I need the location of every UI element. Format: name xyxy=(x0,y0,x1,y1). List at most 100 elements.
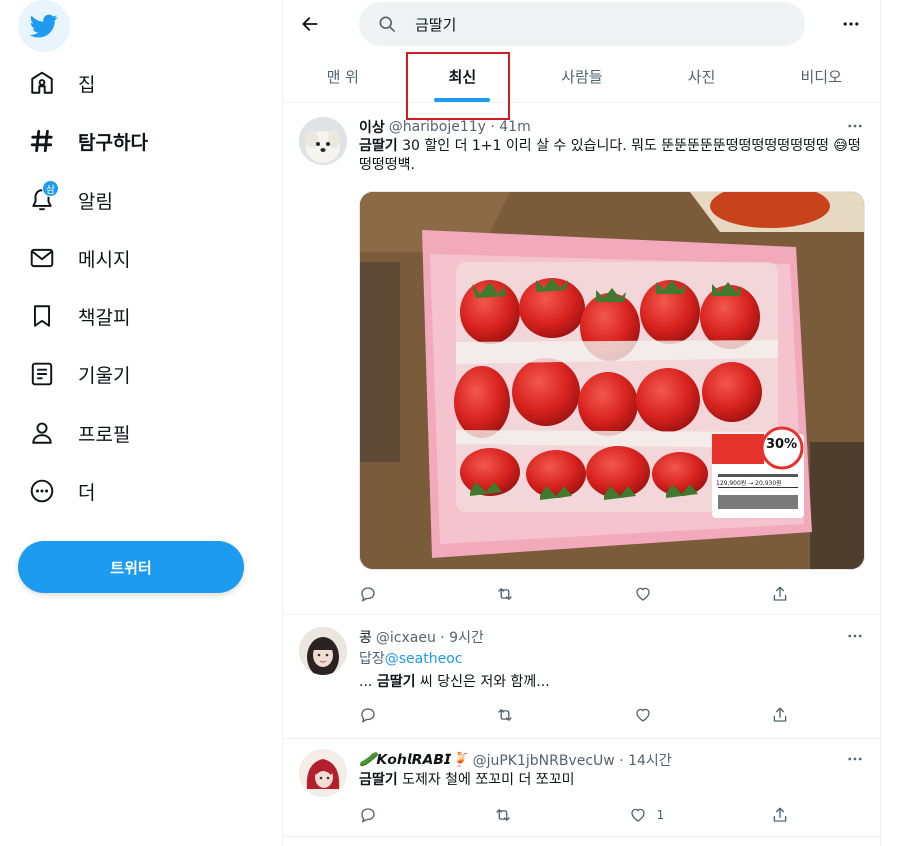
tab-videos[interactable]: 비디오 xyxy=(761,50,881,102)
bookmark-icon xyxy=(18,292,66,340)
handle-and-time[interactable]: @icxaeu · 9시간 xyxy=(376,627,484,647)
reply-button[interactable] xyxy=(359,705,387,725)
display-name[interactable]: 이상 xyxy=(359,117,385,137)
tweet-more-icon[interactable] xyxy=(843,627,867,645)
retweet-icon xyxy=(498,709,513,721)
display-name[interactable]: 🥒𝙆𝙤𝙝𝙡𝙍𝘼𝘽𝙄🍹 xyxy=(359,752,469,768)
heart-icon xyxy=(630,808,645,822)
tweet-text: 금딸기 30 할인 더 1+1 이리 살 수 있습니다. 뭐도 뚠뚠뚠뚠뚠떵떵떵… xyxy=(359,137,869,175)
tweet-actions: 1 xyxy=(359,805,789,825)
list-icon xyxy=(18,350,66,398)
tab-label: 최신 xyxy=(448,67,477,86)
more-options-icon[interactable] xyxy=(835,8,867,40)
search-term-highlight: 금딸기 xyxy=(359,772,398,788)
avatar[interactable] xyxy=(299,117,347,165)
heart-icon xyxy=(635,708,650,722)
sidebar-item-label: 집 xyxy=(78,73,96,96)
tweet[interactable]: 🥒𝙆𝙤𝙝𝙡𝙍𝘼𝘽𝙄🍹 @juPK1jbNRBvecUw · 14시간 금딸기 도… xyxy=(283,739,881,837)
active-tab-indicator xyxy=(434,98,491,102)
search-tabs: 맨 위 최신 사람들 사진 비디오 xyxy=(283,50,881,103)
share-button[interactable] xyxy=(771,805,789,825)
sidebar-item-profile[interactable]: 프로필 xyxy=(18,409,130,457)
heart-icon xyxy=(635,587,650,601)
more-circle-icon xyxy=(18,467,66,515)
main-column: 맨 위 최신 사람들 사진 비디오 이상 @hariboje11y · 41m … xyxy=(282,0,881,846)
bell-icon: 삼 xyxy=(18,176,66,224)
like-count: 1 xyxy=(656,808,665,822)
search-box[interactable] xyxy=(359,2,805,46)
sidebar: 집 탐구하다 삼 알림 메시지 책갈피 기울기 프로필 더 트위터 xyxy=(0,0,282,846)
hashtag-icon xyxy=(18,117,66,165)
tweet-button[interactable]: 트위터 xyxy=(18,541,244,593)
search-term-highlight: 금딸기 xyxy=(376,674,416,690)
tweet-text: 금딸기 도제자 철에 쪼꼬미 더 쪼꼬미 xyxy=(359,771,869,790)
tweet-actions xyxy=(359,705,789,725)
reply-prefix: 답장 xyxy=(359,651,385,667)
sidebar-item-label: 탐구하다 xyxy=(78,131,148,154)
sidebar-item-messages[interactable]: 메시지 xyxy=(18,234,130,282)
tweet[interactable]: 이상 @hariboje11y · 41m 금딸기 30 할인 더 1+1 이리… xyxy=(283,103,881,615)
reply-icon xyxy=(361,587,375,602)
sidebar-item-label: 기울기 xyxy=(78,364,131,387)
sidebar-item-label: 책갈피 xyxy=(78,306,131,329)
price-text: 129,900원 → 20,930원 xyxy=(716,478,802,487)
like-button[interactable] xyxy=(634,705,662,725)
handle-and-time[interactable]: @hariboje11y · 41m xyxy=(389,119,531,135)
tweet-prefix: ... xyxy=(359,674,377,690)
like-button[interactable] xyxy=(634,584,662,604)
tab-label: 맨 위 xyxy=(326,67,359,86)
share-icon xyxy=(773,586,787,601)
tab-label: 사람들 xyxy=(561,67,603,86)
retweet-button[interactable] xyxy=(496,705,524,725)
notification-badge: 삼 xyxy=(42,180,59,197)
avatar[interactable] xyxy=(299,627,347,675)
back-arrow-icon[interactable] xyxy=(293,7,327,41)
retweet-icon xyxy=(498,588,513,600)
tweet-body: 씨 당신은 저와 함께... xyxy=(415,674,550,690)
reply-button[interactable] xyxy=(359,805,387,825)
tweet-body: 30 할인 더 1+1 이리 살 수 있습니다. 뭐도 뚠뚠뚠뚠뚠떵떵떵떵떵떵떵… xyxy=(359,138,861,173)
search-term-highlight: 금딸기 xyxy=(359,138,398,154)
search-input[interactable] xyxy=(415,15,755,33)
reply-button[interactable] xyxy=(359,584,387,604)
handle-and-time[interactable]: @juPK1jbNRBvecUw · 14시간 xyxy=(473,750,672,770)
sidebar-item-label: 메시지 xyxy=(78,248,131,271)
reply-mention-link[interactable]: @seatheoc xyxy=(385,651,463,667)
share-icon xyxy=(773,707,787,722)
sidebar-item-more[interactable]: 더 xyxy=(18,467,95,515)
tweet-header: 이상 @hariboje11y · 41m xyxy=(359,117,531,137)
tweet-more-icon[interactable] xyxy=(843,750,867,768)
share-button[interactable] xyxy=(771,705,789,725)
tab-latest[interactable]: 최신 xyxy=(403,50,523,102)
person-icon xyxy=(18,409,66,457)
tweet-header: 콩 @icxaeu · 9시간 xyxy=(359,627,484,647)
like-button[interactable]: 1 xyxy=(629,805,665,825)
sidebar-item-lists[interactable]: 기울기 xyxy=(18,350,130,398)
avatar[interactable] xyxy=(299,749,347,797)
tab-photos[interactable]: 사진 xyxy=(642,50,762,102)
tab-top[interactable]: 맨 위 xyxy=(283,50,403,102)
tab-people[interactable]: 사람들 xyxy=(522,50,642,102)
tweet-body: 도제자 철에 쪼꼬미 더 쪼꼬미 xyxy=(397,772,575,788)
tweet-header: 🥒𝙆𝙤𝙝𝙡𝙍𝘼𝘽𝙄🍹 @juPK1jbNRBvecUw · 14시간 xyxy=(359,750,672,770)
share-button[interactable] xyxy=(771,584,789,604)
sidebar-item-home[interactable]: 집 xyxy=(18,59,95,107)
reply-icon xyxy=(361,708,375,723)
tab-label: 사진 xyxy=(687,67,716,86)
share-icon xyxy=(773,807,787,822)
search-icon xyxy=(379,16,395,32)
retweet-icon xyxy=(496,809,510,821)
retweet-button[interactable] xyxy=(494,805,522,825)
sidebar-item-notifications[interactable]: 삼 알림 xyxy=(18,176,113,224)
display-name[interactable]: 콩 xyxy=(359,627,372,647)
tweet-more-icon[interactable] xyxy=(843,117,867,135)
sidebar-item-explore[interactable]: 탐구하다 xyxy=(18,117,148,165)
retweet-button[interactable] xyxy=(496,584,524,604)
price-discount-label: 30% xyxy=(766,437,798,452)
sidebar-item-bookmarks[interactable]: 책갈피 xyxy=(18,292,130,340)
tweet-image[interactable]: 30% 129,900원 → 20,930원 xyxy=(359,191,865,570)
twitter-logo-icon[interactable] xyxy=(18,0,70,52)
tweet[interactable]: 콩 @icxaeu · 9시간 답장@seatheoc ... 금딸기 씨 당신… xyxy=(283,615,881,739)
reply-icon xyxy=(361,808,375,823)
reply-context: 답장@seatheoc xyxy=(359,650,869,669)
